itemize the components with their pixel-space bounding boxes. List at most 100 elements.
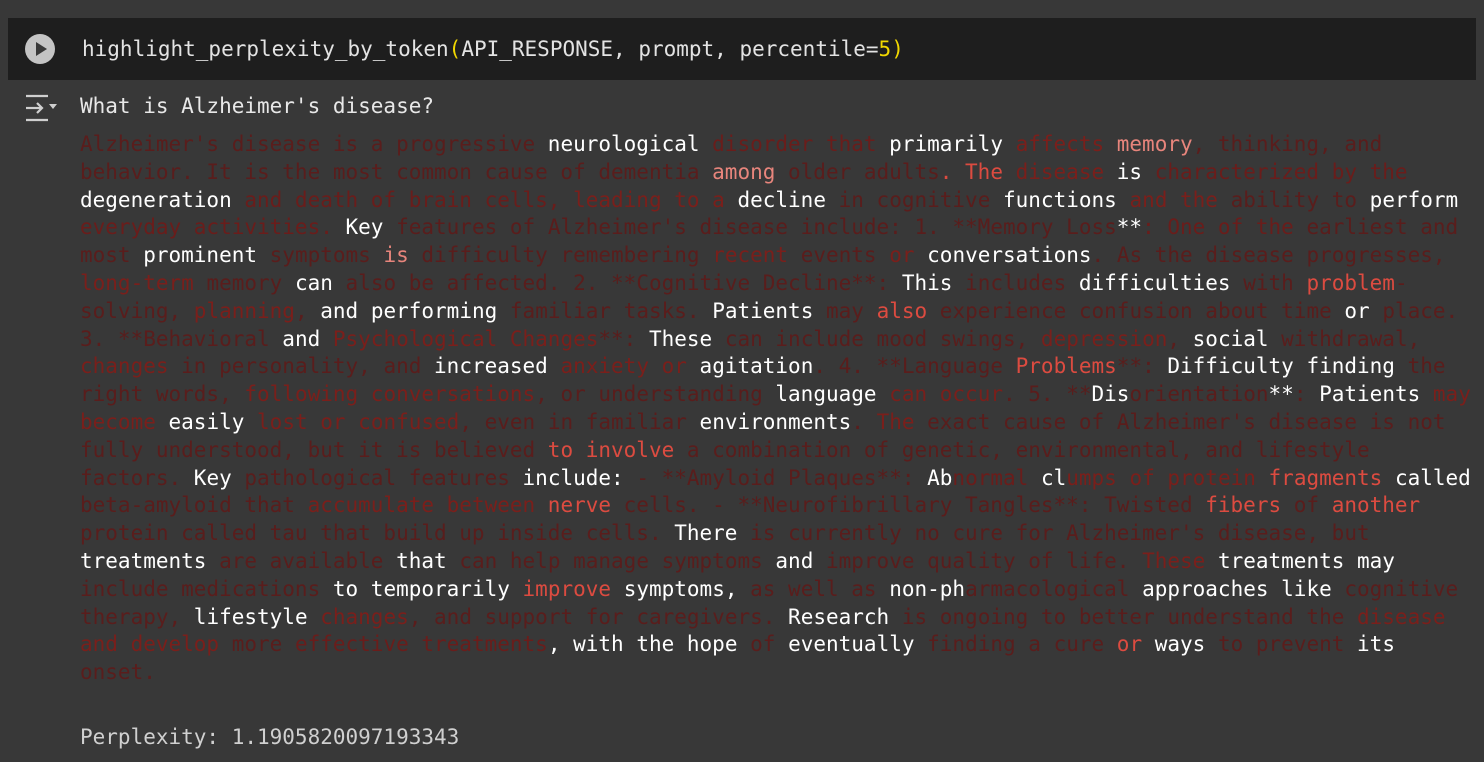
token: perform [1369, 187, 1459, 212]
code-cell[interactable]: highlight_perplexity_by_token(API_RESPON… [8, 18, 1476, 80]
token: memory [1116, 132, 1193, 156]
token: and [282, 326, 333, 351]
token: with [1230, 270, 1307, 295]
token: and death of brain cells, [231, 187, 574, 212]
token: decline [737, 187, 826, 212]
token: and [775, 548, 814, 573]
token: and performing [320, 298, 510, 323]
token: lost or confused [257, 409, 460, 434]
token: Ab [927, 465, 953, 490]
token: also be affected. 2. **Cognitive Decline… [332, 270, 902, 295]
token: changes [80, 354, 169, 379]
token: are available [206, 548, 397, 573]
token: These [1142, 548, 1218, 573]
token: anxiety or [547, 354, 700, 379]
token: . [851, 409, 877, 434]
token: There [674, 521, 738, 546]
function-name: highlight_perplexity_by_token [82, 37, 449, 61]
token: orientation [1129, 382, 1269, 407]
token: following conversations [244, 382, 536, 407]
token: can occur [876, 382, 1003, 407]
token: features of Alzheimer's disease include:… [383, 215, 1117, 240]
token: symptoms, [623, 576, 738, 601]
token: in cognitive [825, 187, 1003, 212]
token: Difficulty finding [1167, 354, 1395, 379]
token: normal [952, 465, 1041, 490]
token: withdrawal, [1268, 326, 1433, 351]
token: of [737, 632, 789, 657]
token: , even in familiar [459, 409, 700, 434]
prompt-text: What is Alzheimer's disease? [80, 94, 435, 118]
token: its [1357, 632, 1395, 657]
token: may [813, 298, 877, 323]
token: : One of the [1142, 215, 1307, 240]
token: Alzheimer's disease is a progressive [80, 132, 548, 156]
perplexity-readout: Perplexity: 1.1905820097193343 [80, 725, 460, 749]
close-paren: ) [891, 37, 904, 61]
token: **: [1116, 354, 1168, 379]
token: leading to a [573, 187, 738, 212]
token: ** [1268, 382, 1294, 407]
token: fibers [1205, 493, 1282, 518]
highlighted-response: Alzheimer's disease is a progressive neu… [80, 131, 1480, 687]
token: to temporarily [332, 576, 523, 601]
token: . The [939, 159, 1016, 184]
token: degeneration [80, 187, 232, 212]
token: beta-amyloid that [80, 493, 308, 518]
token: environments [699, 409, 852, 434]
token: or [889, 243, 928, 268]
token: experience confusion about time [939, 298, 1345, 323]
token: **: [598, 326, 649, 351]
token: conversations [927, 243, 1092, 268]
token: language [775, 382, 877, 407]
token: also [876, 298, 940, 323]
play-icon[interactable] [25, 34, 55, 64]
token: difficulties [1078, 270, 1231, 295]
token: treatments [80, 548, 207, 573]
token: primarily [889, 132, 1003, 156]
token: Key [193, 465, 232, 490]
token: affects [1002, 132, 1117, 156]
token: These [648, 326, 713, 351]
token: memory [206, 270, 295, 295]
token: recent [712, 243, 801, 268]
percentile-value: 5 [878, 37, 892, 61]
token: and the [1116, 187, 1231, 212]
token: umps of protein [1066, 465, 1269, 490]
token: with the hope [573, 632, 738, 657]
token: Key [345, 215, 384, 240]
token: , [294, 298, 321, 323]
token: symptoms [257, 243, 384, 268]
token: to prevent [1205, 632, 1358, 657]
open-paren: ( [448, 37, 462, 61]
token: Problems [1015, 354, 1117, 379]
token: Research [788, 604, 890, 629]
token: ability to [1230, 187, 1370, 212]
token: disorder that [699, 132, 890, 156]
token: easily [168, 409, 258, 434]
token: nerve [547, 493, 624, 518]
token: , [1167, 326, 1193, 351]
token: depression [1040, 326, 1168, 351]
token: or [1344, 298, 1370, 323]
token: familiar tasks. [509, 298, 713, 323]
token: , and support for caregivers. [408, 604, 789, 629]
token: neurological [547, 132, 700, 156]
token: , [547, 632, 574, 657]
token: that [396, 548, 447, 573]
code-line[interactable]: highlight_perplexity_by_token(API_RESPON… [82, 36, 904, 62]
token: Patients [1319, 382, 1433, 407]
token: changes [320, 604, 409, 629]
output-collapse-icon[interactable] [22, 92, 60, 124]
token: as well as [737, 576, 890, 601]
token: includes [952, 270, 1079, 295]
token: is [1104, 159, 1155, 184]
token: social [1192, 326, 1269, 351]
token: lifestyle [193, 604, 321, 629]
token: Psychological Changes [332, 326, 599, 351]
token: armacological [965, 576, 1143, 601]
token: . 5. ** [1002, 382, 1092, 407]
token: another [1331, 493, 1421, 518]
token: events [800, 243, 890, 268]
token: , or understanding [535, 382, 776, 407]
